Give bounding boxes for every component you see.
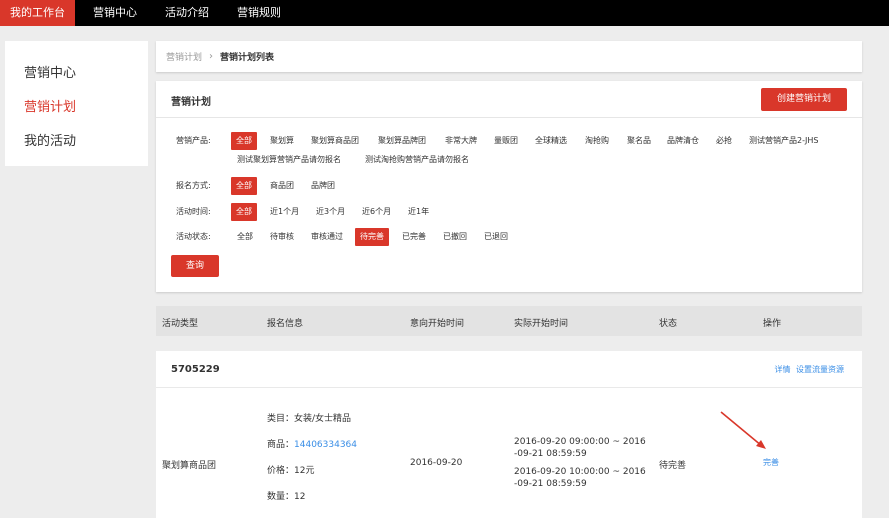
filter-option[interactable]: 品牌团 xyxy=(311,177,335,195)
filter-option[interactable]: 全部 xyxy=(231,177,257,195)
top-nav: 我的工作台 营销中心 活动介绍 营销规则 xyxy=(0,0,889,26)
column-header: 实际开始时间 xyxy=(514,319,569,329)
tab-workbench[interactable]: 我的工作台 xyxy=(0,0,75,26)
annotation-arrow-icon xyxy=(720,411,766,449)
filter-option[interactable]: 近6个月 xyxy=(362,203,391,221)
breadcrumb: 营销计划 › 营销计划列表 xyxy=(156,41,862,72)
filter-option[interactable]: 待完善 xyxy=(355,228,389,246)
column-header: 状态 xyxy=(659,319,678,329)
query-button[interactable]: 查询 xyxy=(171,255,219,277)
activity-type: 聚划算商品团 xyxy=(162,461,217,471)
category-label: 类目： xyxy=(267,414,295,424)
filter-label: 活动时间: xyxy=(176,207,211,216)
column-header: 活动类型 xyxy=(162,319,199,329)
actual-range-1-line2: -09-21 08:59:59 xyxy=(514,449,587,459)
filter-label: 营销产品: xyxy=(176,136,211,145)
filter-option[interactable]: 审核通过 xyxy=(311,228,343,246)
filter-panel: 营销计划 创建营销计划 营销产品: 全部 聚划算 聚划算商品团 聚划算品牌团 非… xyxy=(156,81,862,292)
filter-option[interactable]: 品牌清仓 xyxy=(667,132,699,150)
filter-option[interactable]: 全球精选 xyxy=(535,132,567,150)
sidebar: 营销中心 营销计划 我的活动 xyxy=(5,41,148,166)
sidebar-item-my-activities[interactable]: 我的活动 xyxy=(24,130,76,149)
filter-option[interactable]: 商品团 xyxy=(270,177,294,195)
filter-option[interactable]: 必抢 xyxy=(716,132,732,150)
filter-option[interactable]: 已撤回 xyxy=(443,228,467,246)
filter-option[interactable]: 聚名品 xyxy=(627,132,651,150)
tab-activity-intro[interactable]: 活动介绍 xyxy=(155,0,219,26)
sidebar-item-marketing-plan[interactable]: 营销计划 xyxy=(24,96,76,115)
qty-value: 12 xyxy=(294,492,306,502)
tab-marketing-rules[interactable]: 营销规则 xyxy=(227,0,291,26)
product-label: 商品： xyxy=(267,440,295,450)
category-value: 女装/女士精品 xyxy=(294,414,352,424)
price-value: 12元 xyxy=(294,466,315,476)
filter-option[interactable]: 量贩团 xyxy=(494,132,518,150)
set-traffic-link[interactable]: 设置流量资源 xyxy=(796,365,844,374)
detail-link[interactable]: 详情 xyxy=(774,365,790,374)
status-text: 待完善 xyxy=(659,461,687,471)
actual-range-2: 2016-09-20 10:00:00 ~ 2016 -09-21 08:59:… xyxy=(514,466,646,490)
breadcrumb-parent[interactable]: 营销计划 xyxy=(166,50,202,63)
panel-header: 营销计划 创建营销计划 xyxy=(156,81,862,118)
filter-option[interactable]: 近1年 xyxy=(408,203,429,221)
filter-option[interactable]: 已退回 xyxy=(484,228,508,246)
panel-title: 营销计划 xyxy=(171,97,211,108)
filter-option[interactable]: 近1个月 xyxy=(270,203,299,221)
column-header: 报名信息 xyxy=(267,319,304,329)
record-links: 详情 设置流量资源 xyxy=(774,364,844,375)
record-header: 5705229 详情 设置流量资源 xyxy=(156,351,862,388)
breadcrumb-current: 营销计划列表 xyxy=(220,53,275,63)
filter-option[interactable]: 全部 xyxy=(231,203,257,221)
filter-option[interactable]: 测试营销产品2-JHS xyxy=(749,132,818,150)
actual-range-2-line2: -09-21 08:59:59 xyxy=(514,479,587,489)
qty-label: 数量： xyxy=(267,492,295,502)
filter-option[interactable]: 全部 xyxy=(231,132,257,150)
filter-option[interactable]: 近3个月 xyxy=(316,203,345,221)
actual-range-2-line1: 2016-09-20 10:00:00 ~ 2016 xyxy=(514,467,646,477)
filter-option[interactable]: 聚划算品牌团 xyxy=(378,132,426,150)
filter-label: 活动状态: xyxy=(176,232,211,241)
sidebar-item-marketing-center[interactable]: 营销中心 xyxy=(24,62,76,81)
column-header: 意向开始时间 xyxy=(410,319,465,329)
filter-option[interactable]: 测试淘抢购营销产品请勿报名 xyxy=(365,151,469,169)
filter-option[interactable]: 非常大牌 xyxy=(445,132,477,150)
product-id-link[interactable]: 14406334364 xyxy=(294,440,357,450)
actual-range-1-line1: 2016-09-20 09:00:00 ~ 2016 xyxy=(514,437,646,447)
filter-option[interactable]: 淘抢购 xyxy=(585,132,609,150)
filter-option[interactable]: 测试聚划算营销产品请勿报名 xyxy=(237,151,341,169)
record-id: 5705229 xyxy=(171,364,220,375)
complete-action-link[interactable]: 完善 xyxy=(763,457,779,468)
filter-option[interactable]: 聚划算 xyxy=(270,132,294,150)
filter-option[interactable]: 已完善 xyxy=(402,228,426,246)
chevron-right-icon: › xyxy=(209,51,214,62)
filter-option[interactable]: 全部 xyxy=(237,228,253,246)
filter-option[interactable]: 待审核 xyxy=(270,228,294,246)
filter-option[interactable]: 聚划算商品团 xyxy=(311,132,359,150)
actual-range-1: 2016-09-20 09:00:00 ~ 2016 -09-21 08:59:… xyxy=(514,436,646,460)
filter-label: 报名方式: xyxy=(176,181,211,190)
price-label: 价格： xyxy=(267,466,295,476)
intended-start: 2016-09-20 xyxy=(410,458,463,468)
info-product: 商品：14406334364 xyxy=(267,437,357,450)
column-header: 操作 xyxy=(763,319,782,329)
create-plan-button[interactable]: 创建营销计划 xyxy=(761,88,847,111)
table-header: 活动类型 报名信息 意向开始时间 实际开始时间 状态 操作 xyxy=(156,306,862,336)
info-price: 价格：12元 xyxy=(267,463,314,476)
info-category: 类目：女装/女士精品 xyxy=(267,411,351,424)
tab-marketing-center[interactable]: 营销中心 xyxy=(83,0,147,26)
info-qty: 数量：12 xyxy=(267,489,305,502)
